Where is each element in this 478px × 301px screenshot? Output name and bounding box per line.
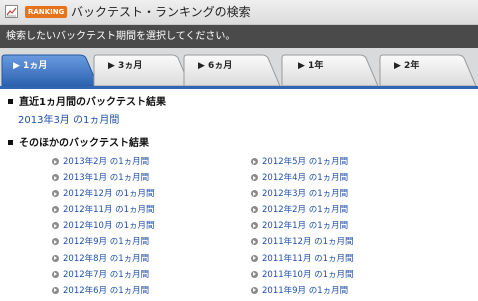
- period-link[interactable]: 2012年6月 の1ヵ月間: [52, 285, 155, 301]
- arrow-bullet-icon: [52, 254, 59, 262]
- period-link-text[interactable]: 2012年8月 の1ヵ月間: [63, 254, 149, 264]
- period-link-text[interactable]: 2012年1月 の1ヵ月間: [262, 221, 348, 231]
- period-link[interactable]: 2012年12月 の1ヵ月間: [52, 188, 155, 204]
- period-link-text[interactable]: 2012年3月 の1ヵ月間: [262, 189, 348, 199]
- period-link-text[interactable]: 2012年11月 の1ヵ月間: [63, 205, 155, 215]
- arrow-bullet-icon: [251, 238, 258, 246]
- others-heading-text: そのほかのバックテスト結果: [19, 138, 149, 149]
- arrow-bullet-icon: [251, 158, 258, 165]
- period-link[interactable]: 2012年4月 の1ヵ月間: [251, 172, 354, 188]
- period-list-right: 2012年5月 の1ヵ月間 2012年4月 の1ヵ月間 2012年3月 の1ヵ月…: [251, 156, 354, 301]
- period-link[interactable]: 2011年12月 の1ヵ月間: [251, 236, 354, 252]
- period-link[interactable]: 2011年11月 の1ヵ月間: [251, 253, 354, 269]
- arrow-bullet-icon: [52, 174, 59, 182]
- tab-1-year[interactable]: ▶ 1年: [280, 54, 380, 86]
- period-link-text[interactable]: 2013年2月 の1ヵ月間: [63, 157, 149, 167]
- arrow-bullet-icon: [52, 222, 59, 230]
- tab-3-months[interactable]: ▶ 3ヵ月: [92, 54, 192, 86]
- arrow-bullet-icon: [251, 286, 258, 294]
- arrow-bullet-icon: [52, 238, 59, 246]
- recent-period-link[interactable]: 2013年3月 の1ヵ月間: [18, 114, 119, 127]
- instruction-bar: 検索したいバックテスト期間を選択してください。: [0, 25, 478, 48]
- period-link[interactable]: 2012年9月 の1ヵ月間: [52, 236, 155, 252]
- tab-label: ▶ 3ヵ月: [108, 61, 143, 71]
- chart-icon: [5, 5, 18, 18]
- period-link[interactable]: 2012年8月 の1ヵ月間: [52, 253, 155, 269]
- instruction-text: 検索したいバックテスト期間を選択してください。: [6, 31, 236, 42]
- period-link[interactable]: 2012年2月 の1ヵ月間: [251, 204, 354, 220]
- period-link-text[interactable]: 2013年1月 の1ヵ月間: [63, 173, 149, 183]
- arrow-bullet-icon: [251, 254, 258, 262]
- period-tabs: ▶ 1ヵ月 ▶ 3ヵ月 ▶ 6ヵ月 ▶ 1年 ▶ 2年: [0, 48, 478, 88]
- period-link[interactable]: 2012年10月 の1ヵ月間: [52, 220, 155, 236]
- period-list-left: 2013年2月 の1ヵ月間 2013年1月 の1ヵ月間 2012年12月 の1ヵ…: [52, 156, 155, 301]
- period-link-text[interactable]: 2011年12月 の1ヵ月間: [262, 237, 354, 247]
- period-link-text[interactable]: 2012年4月 の1ヵ月間: [262, 173, 348, 183]
- arrow-bullet-icon: [251, 190, 258, 198]
- period-link[interactable]: 2011年10月 の1ヵ月間: [251, 269, 354, 285]
- period-link[interactable]: 2012年3月 の1ヵ月間: [251, 188, 354, 204]
- tab-label: ▶ 6ヵ月: [198, 61, 233, 71]
- arrow-bullet-icon: [251, 222, 258, 230]
- others-heading: そのほかのバックテスト結果: [8, 137, 149, 150]
- square-bullet-icon: [8, 99, 13, 104]
- period-link-text[interactable]: 2011年11月 の1ヵ月間: [262, 254, 354, 264]
- period-link[interactable]: 2012年11月 の1ヵ月間: [52, 204, 155, 220]
- arrow-bullet-icon: [52, 190, 59, 198]
- arrow-bullet-icon: [52, 158, 59, 165]
- arrow-bullet-icon: [52, 206, 59, 214]
- period-link[interactable]: 2012年5月 の1ヵ月間: [251, 156, 354, 172]
- period-link-text[interactable]: 2011年9月 の1ヵ月間: [262, 286, 348, 296]
- period-link-text[interactable]: 2011年10月 の1ヵ月間: [262, 270, 354, 280]
- square-bullet-icon: [8, 140, 13, 145]
- arrow-bullet-icon: [251, 206, 258, 214]
- period-link[interactable]: 2012年1月 の1ヵ月間: [251, 220, 354, 236]
- period-link-text[interactable]: 2012年5月 の1ヵ月間: [262, 157, 348, 167]
- tab-underline: [0, 86, 478, 89]
- arrow-bullet-icon: [52, 286, 59, 294]
- tab-label: ▶ 2年: [394, 61, 420, 71]
- arrow-bullet-icon: [251, 270, 258, 278]
- page-title: バックテスト・ランキングの検索: [71, 5, 251, 19]
- ranking-badge: RANKING: [25, 6, 68, 18]
- period-link[interactable]: 2012年7月 の1ヵ月間: [52, 269, 155, 285]
- tab-6-months[interactable]: ▶ 6ヵ月: [182, 54, 282, 86]
- arrow-bullet-icon: [52, 270, 59, 278]
- tab-2-years[interactable]: ▶ 2年: [378, 54, 478, 86]
- arrow-bullet-icon: [251, 174, 258, 182]
- period-link-text[interactable]: 2012年10月 の1ヵ月間: [63, 221, 155, 231]
- page-header: RANKING バックテスト・ランキングの検索: [0, 0, 478, 25]
- period-link-text[interactable]: 2012年2月 の1ヵ月間: [262, 205, 348, 215]
- period-link-text[interactable]: 2012年7月 の1ヵ月間: [63, 270, 149, 280]
- period-link[interactable]: 2013年1月 の1ヵ月間: [52, 172, 155, 188]
- period-link-text[interactable]: 2012年9月 の1ヵ月間: [63, 237, 149, 247]
- tab-label: ▶ 1ヵ月: [13, 61, 48, 71]
- period-link-text[interactable]: 2012年6月 の1ヵ月間: [63, 286, 149, 296]
- period-link[interactable]: 2013年2月 の1ヵ月間: [52, 156, 155, 172]
- period-link[interactable]: 2011年9月 の1ヵ月間: [251, 285, 354, 301]
- recent-heading: 直近1ヵ月間のバックテスト結果: [8, 96, 166, 109]
- recent-heading-text: 直近1ヵ月間のバックテスト結果: [19, 97, 166, 108]
- tab-1-month[interactable]: ▶ 1ヵ月: [0, 54, 100, 86]
- tab-label: ▶ 1年: [298, 61, 324, 71]
- period-link-text[interactable]: 2012年12月 の1ヵ月間: [63, 189, 155, 199]
